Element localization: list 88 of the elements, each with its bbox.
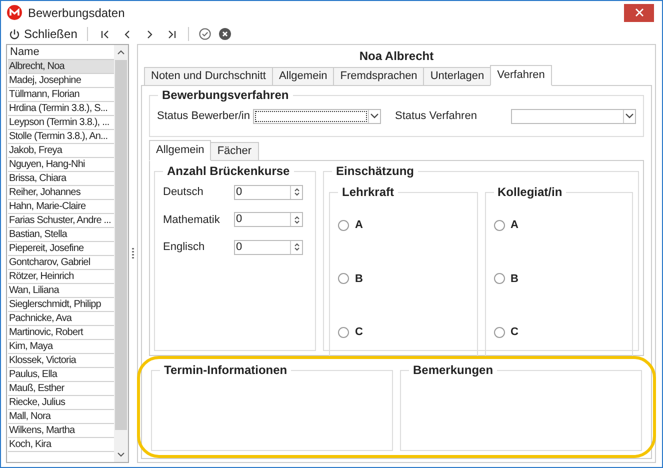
list-row[interactable]: Paulus, Ella: [8, 368, 114, 382]
list-row[interactable]: Piepereit, Josefine: [8, 242, 114, 256]
tab[interactable]: Allgemein: [272, 67, 334, 86]
list-row[interactable]: Mauß, Esther: [8, 382, 114, 396]
spin-arrows-icon: [294, 242, 300, 252]
scroll-up-icon: [117, 50, 125, 55]
close-button[interactable]: [624, 4, 654, 22]
app-logo-icon: [7, 5, 22, 20]
window-title: Bewerbungsdaten: [28, 4, 125, 22]
last-record-icon: [166, 28, 177, 40]
list-row[interactable]: Koch, Kira: [8, 438, 114, 452]
check-circle-icon: [199, 28, 212, 40]
radio-button[interactable]: [338, 220, 349, 231]
tab[interactable]: Unterlagen: [423, 67, 492, 86]
list-row[interactable]: Kim, Maya: [8, 340, 114, 354]
list-row[interactable]: Hahn, Marie-Claire: [8, 200, 114, 214]
scroll-thumb[interactable]: [115, 60, 127, 430]
list-row[interactable]: Riecke, Julius: [8, 396, 114, 410]
spin-arrows-icon: [294, 214, 300, 225]
chevron-down-icon: [625, 113, 634, 120]
tab[interactable]: Allgemein: [149, 140, 212, 161]
number-spinner[interactable]: 0: [234, 184, 303, 200]
list-row[interactable]: Klossek, Victoria: [8, 354, 114, 368]
list-row[interactable]: Mall, Nora: [8, 410, 114, 424]
cancel-circle-icon: [219, 28, 232, 40]
tab[interactable]: Noten und Durchschnitt: [144, 67, 273, 86]
option-label: B: [355, 272, 363, 286]
confirm-button[interactable]: [197, 26, 214, 42]
field-label: Mathematik: [163, 212, 221, 228]
field-label: Englisch: [163, 240, 206, 255]
list-row[interactable]: Jakob, Freya: [8, 144, 114, 158]
list-row[interactable]: Brissa, Chiara: [8, 172, 114, 186]
option-label: C: [355, 325, 363, 340]
radio-option[interactable]: C: [338, 324, 468, 340]
spin-arrows-icon: [294, 187, 300, 198]
power-icon: [9, 28, 20, 40]
field-label: Status Verfahren: [395, 109, 478, 124]
list-row[interactable]: Reiher, Johannes: [8, 186, 114, 200]
cancel-button[interactable]: [217, 26, 234, 42]
field-label: Deutsch: [163, 185, 204, 200]
scroll-down-icon: [117, 452, 125, 457]
radio-button[interactable]: [338, 326, 349, 338]
radio-option[interactable]: B: [494, 270, 624, 287]
radio-option[interactable]: C: [494, 324, 624, 340]
number-spinner[interactable]: 0: [234, 212, 303, 228]
radio-button[interactable]: [494, 220, 504, 231]
person-heading: Noa Albrecht: [358, 48, 435, 65]
first-record-icon: [100, 28, 111, 40]
option-label: A: [510, 218, 518, 233]
radio-option[interactable]: A: [494, 217, 624, 234]
option-label: C: [510, 325, 518, 340]
tab[interactable]: Fremdsprachen: [333, 67, 424, 86]
option-label: B: [510, 272, 518, 286]
list-row[interactable]: Madej, Josephine: [8, 74, 114, 88]
option-label: A: [355, 218, 363, 233]
list-row[interactable]: Albrecht, Noa: [8, 60, 114, 74]
list-row[interactable]: Wan, Liliana: [8, 284, 114, 298]
tab[interactable]: Verfahren: [490, 65, 552, 86]
group-title: Einschätzung: [332, 163, 418, 179]
radio-button[interactable]: [338, 273, 349, 284]
radio-option[interactable]: B: [338, 270, 468, 287]
radio-button[interactable]: [494, 326, 504, 338]
list-row[interactable]: Pachnicke, Ava: [8, 312, 114, 326]
scrollbar[interactable]: [114, 45, 128, 462]
list-row[interactable]: Stolle (Termin 3.8.), An...: [8, 130, 114, 144]
list-row[interactable]: Farias Schuster, Andre ...: [8, 214, 114, 228]
group-title: Kollegiat/in: [494, 184, 566, 200]
list-row[interactable]: Martinovic, Robert: [8, 326, 114, 340]
tab[interactable]: Fächer: [210, 142, 259, 161]
close-icon: [634, 8, 644, 17]
list-row[interactable]: Hrdina (Termin 3.8.), S...: [8, 102, 114, 116]
radio-option[interactable]: A: [338, 217, 468, 234]
list-row[interactable]: Leypson (Termin 3.8.), ...: [8, 116, 114, 130]
chevron-down-icon: [370, 113, 379, 120]
list-row[interactable]: Gontcharov, Gabriel: [8, 256, 114, 270]
list-row[interactable]: Sieglerschmidt, Philipp: [8, 298, 114, 312]
number-spinner[interactable]: 0: [234, 240, 303, 255]
list-row[interactable]: Tüllmann, Florian: [8, 88, 114, 102]
close-toolbar-button[interactable]: Schließen: [7, 25, 80, 43]
group-title: Bemerkungen: [409, 362, 498, 378]
list-row[interactable]: Rötzer, Heinrich: [8, 270, 114, 284]
status-dropdown[interactable]: [253, 108, 381, 124]
group-title: Bewerbungsverfahren: [158, 87, 293, 103]
field-label: Status Bewerber/in: [157, 109, 247, 124]
radio-button[interactable]: [494, 273, 504, 284]
list-row[interactable]: Bastian, Stella: [8, 228, 114, 242]
list-row[interactable]: Nguyen, Hang-Nhi: [8, 158, 114, 172]
list-row[interactable]: Wilkens, Martha: [8, 424, 114, 438]
